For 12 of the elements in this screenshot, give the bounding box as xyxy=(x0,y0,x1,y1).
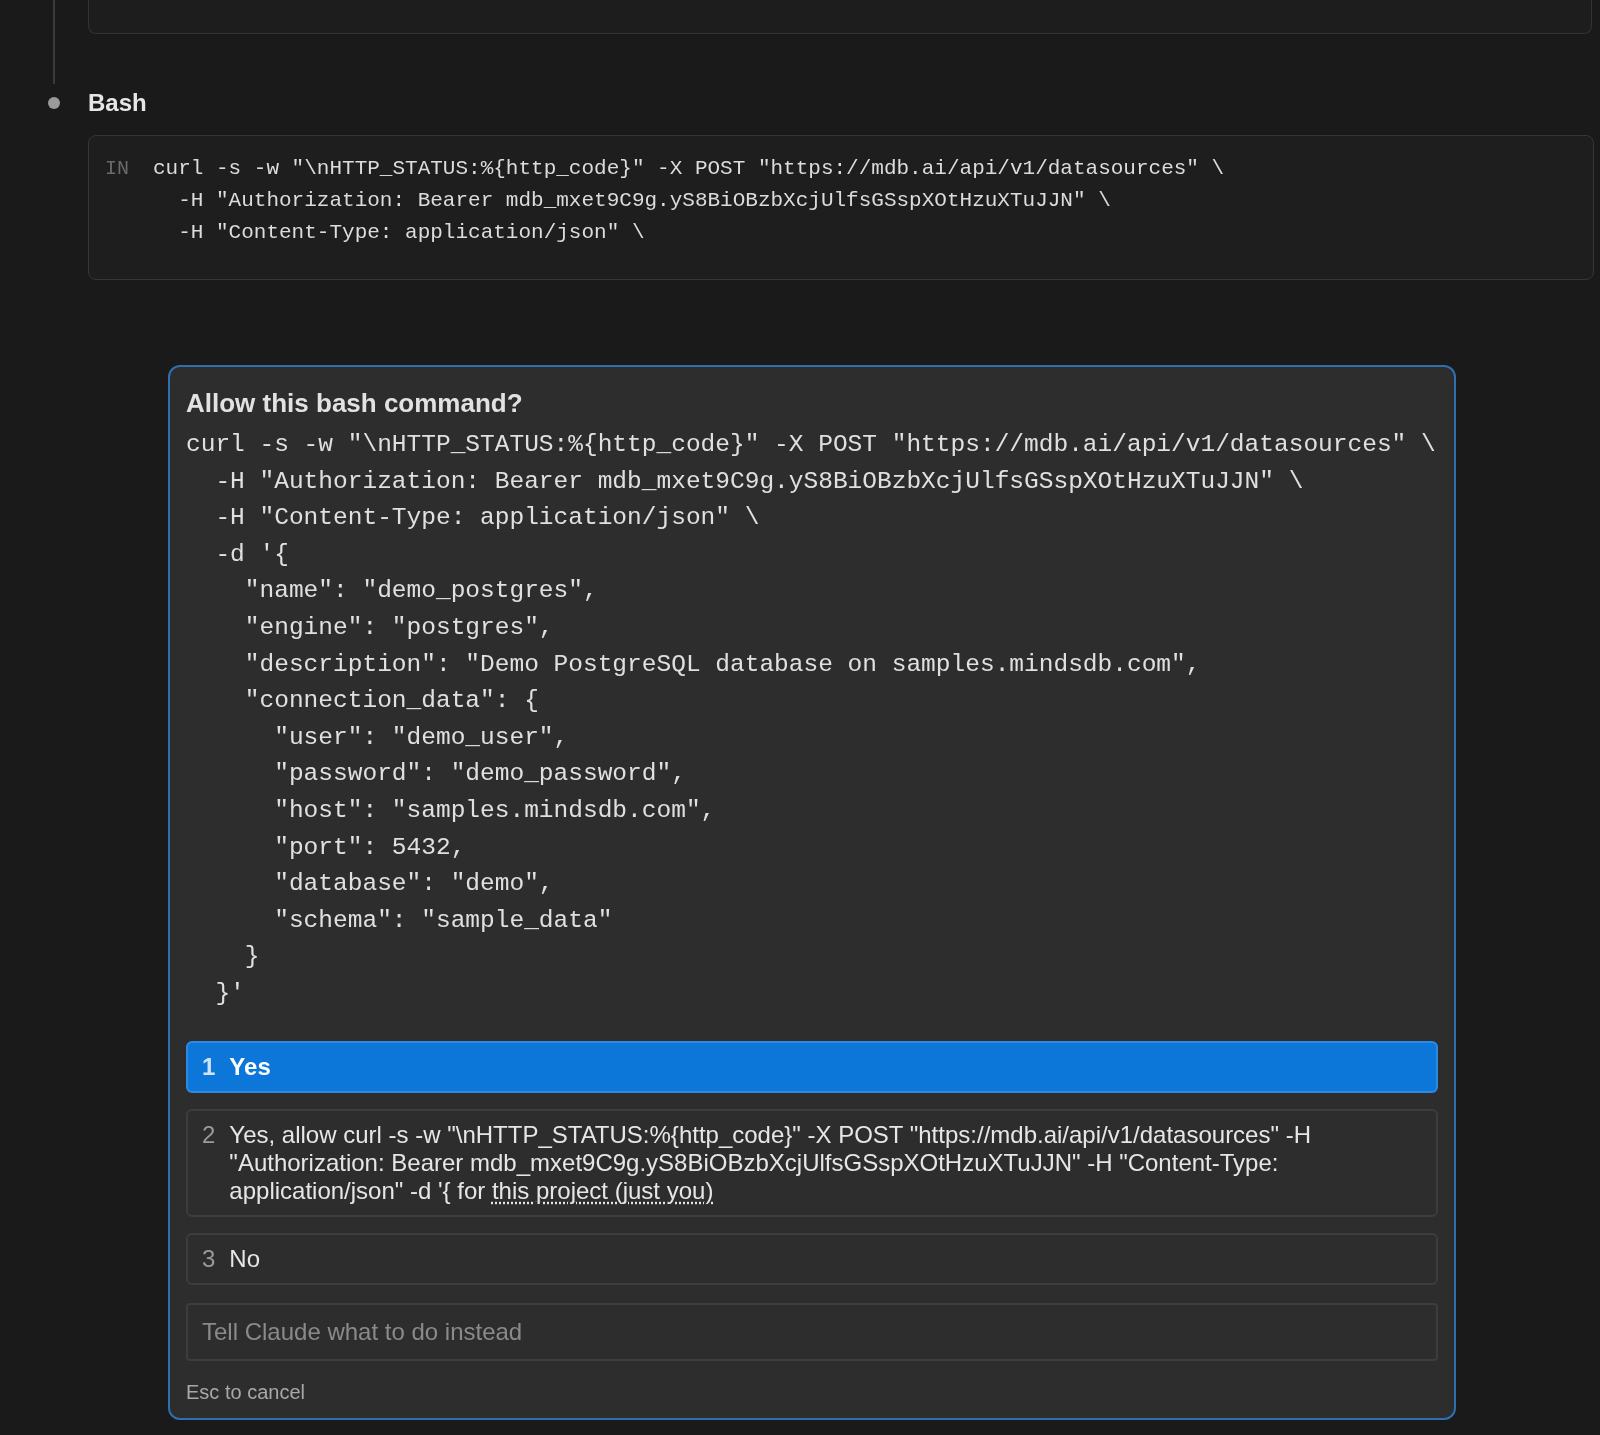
option-button[interactable]: 3 No xyxy=(186,1232,1438,1285)
option-button[interactable]: 2 Yes, allow curl -s -w "\nHTTP_STATUS:%{http_code}" -X POST "https://mdb.ai/api/v1/datasources" -H "Authorization: Bearer mdb_mxet9C9g.yS8BiOBzbXcjUlfsGSspXOtHzuXTuJJN" -H "Content-Type: application/json" -d '{ for this project (just you) xyxy=(186,1108,1438,1217)
option-button[interactable]: 1 Yes xyxy=(186,1040,1438,1093)
tool-title: Bash xyxy=(88,89,147,117)
dialog-title: Allow this bash command? xyxy=(186,387,524,419)
input-label: IN xyxy=(105,156,130,182)
cancel-hint: Esc to cancel xyxy=(186,1380,306,1404)
command-text: curl -s -w "\nHTTP_STATUS:%{http_code}" -X POST "https://mdb.ai/api/v1/datasources" \ -H "Authorization: Bearer mdb_mxet9C9g.yS8BiOBzbXcjUlfsGSspXOtHzuXTuJJN" \ -H "Content-Type: application/json" \ xyxy=(153,156,1225,246)
feedback-input-field[interactable]: Tell Claude what to do instead xyxy=(186,1302,1438,1361)
command-text: curl -s -w "\nHTTP_STATUS:%{http_code}" -X POST "https://mdb.ai/api/v1/datasources" \ -H "Authorization: Bearer mdb_mxet9C9g.yS8BiOBzbXcjUlfsGSspXOtHzuXTuJJN" \ -H "Content-Type: application/json" \ -d '{ "name": "demo_postgres", "engine": "postgres", "description": "Demo PostgreSQL database on samples.mindsdb.com", "connection_data": { "user": "demo_user", "password": "demo_password", "host": "samples.mindsdb.com", "port": 5432, "database": "demo", "schema": "sample_data" } }' xyxy=(186,430,1437,1009)
status-dot-icon xyxy=(48,97,60,109)
scope-link[interactable]: this project (just you) xyxy=(491,1176,714,1204)
